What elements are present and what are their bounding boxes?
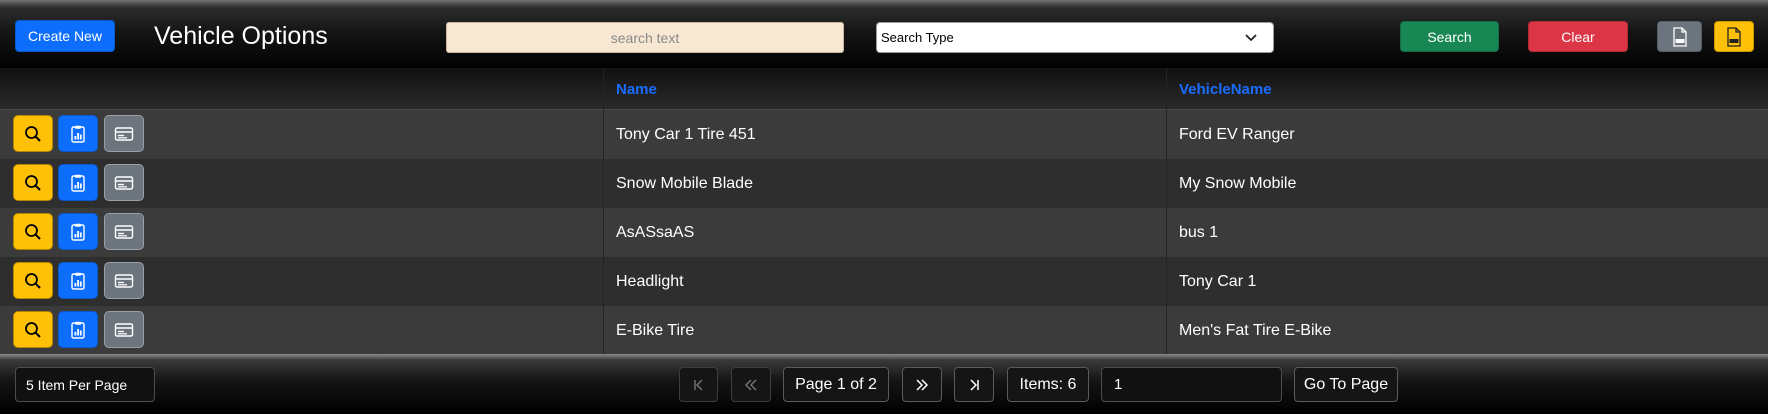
details-button[interactable] [104,213,144,250]
view-button[interactable] [13,115,53,152]
page-indicator: Page 1 of 2 [783,367,889,402]
report-icon [71,272,85,290]
last-page-icon [970,378,979,391]
details-button[interactable] [104,164,144,201]
cell-name: Headlight [616,272,684,290]
column-divider [1166,257,1167,306]
details-icon [114,322,134,337]
first-page-icon [693,379,702,390]
create-new-button[interactable]: Create New [15,20,115,52]
column-divider [603,306,604,355]
column-divider [1166,159,1167,208]
column-header-vehicle-name[interactable]: VehicleName [1179,68,1272,110]
export-csv-button[interactable] [1657,21,1702,52]
report-button[interactable] [58,115,98,152]
report-button[interactable] [58,164,98,201]
view-button[interactable] [13,164,53,201]
search-icon [25,125,41,142]
report-icon [71,321,85,339]
export-pdf-button[interactable] [1714,21,1754,52]
search-icon [25,321,41,338]
table-header: Name VehicleName [0,68,1768,110]
column-divider [1166,110,1167,159]
details-icon [114,224,134,239]
report-button[interactable] [58,262,98,299]
clear-button[interactable]: Clear [1528,21,1628,52]
cell-vehicle-name: Men's Fat Tire E-Bike [1179,321,1332,339]
report-icon [71,174,85,192]
view-button[interactable] [13,213,53,250]
go-to-page-input[interactable] [1101,367,1282,402]
double-chevron-right-icon [916,378,929,391]
previous-page-button[interactable] [731,367,771,402]
pdf-file-icon [1727,26,1741,47]
details-icon [114,175,134,190]
table-row: Headlight Tony Car 1 [0,257,1768,306]
first-page-button[interactable] [679,367,718,402]
view-button[interactable] [13,262,53,299]
search-type-select[interactable]: Search Type [876,22,1274,53]
column-divider [603,208,604,257]
cell-vehicle-name: Ford EV Ranger [1179,125,1295,143]
report-icon [71,125,85,143]
go-to-page-button[interactable]: Go To Page [1294,367,1398,402]
column-divider [1166,306,1167,355]
table-row: Tony Car 1 Tire 451 Ford EV Ranger [0,110,1768,159]
toolbar: Create New Vehicle Options Search Type S… [0,0,1768,68]
cell-vehicle-name: bus 1 [1179,223,1219,241]
page-title: Vehicle Options [154,22,328,50]
items-per-page-select[interactable]: 5 Item Per Page [15,367,155,402]
search-icon [25,223,41,240]
search-type-value: Search Type [881,30,954,45]
search-input[interactable] [446,22,844,53]
pagination-bar: 5 Item Per Page Page 1 of 2 Items: 6 Go … [0,354,1768,414]
items-count: Items: 6 [1007,367,1089,402]
column-divider [603,68,604,110]
table-row: AsASsaAS bus 1 [0,208,1768,257]
details-button[interactable] [104,115,144,152]
report-button[interactable] [58,213,98,250]
column-divider [603,257,604,306]
cell-name: AsASsaAS [616,223,695,241]
cell-vehicle-name: My Snow Mobile [1179,174,1297,192]
double-chevron-left-icon [745,379,757,390]
details-button[interactable] [104,311,144,348]
column-divider [603,159,604,208]
details-button[interactable] [104,262,144,299]
search-icon [25,174,41,191]
table-row: E-Bike Tire Men's Fat Tire E-Bike [0,306,1768,355]
column-divider [1166,208,1167,257]
report-icon [71,223,85,241]
search-icon [25,272,41,289]
last-page-button[interactable] [954,367,994,402]
column-divider [1166,68,1167,110]
report-button[interactable] [58,311,98,348]
details-icon [114,273,134,288]
table-row: Snow Mobile Blade My Snow Mobile [0,159,1768,208]
search-button[interactable]: Search [1400,21,1499,52]
view-button[interactable] [13,311,53,348]
csv-file-icon [1672,26,1687,47]
cell-vehicle-name: Tony Car 1 [1179,272,1257,290]
cell-name: Snow Mobile Blade [616,174,753,192]
details-icon [114,126,134,141]
cell-name: Tony Car 1 Tire 451 [616,125,756,143]
cell-name: E-Bike Tire [616,321,695,339]
column-header-name[interactable]: Name [616,68,657,110]
next-page-button[interactable] [902,367,942,402]
column-divider [603,110,604,159]
chevron-down-icon [1245,34,1257,42]
